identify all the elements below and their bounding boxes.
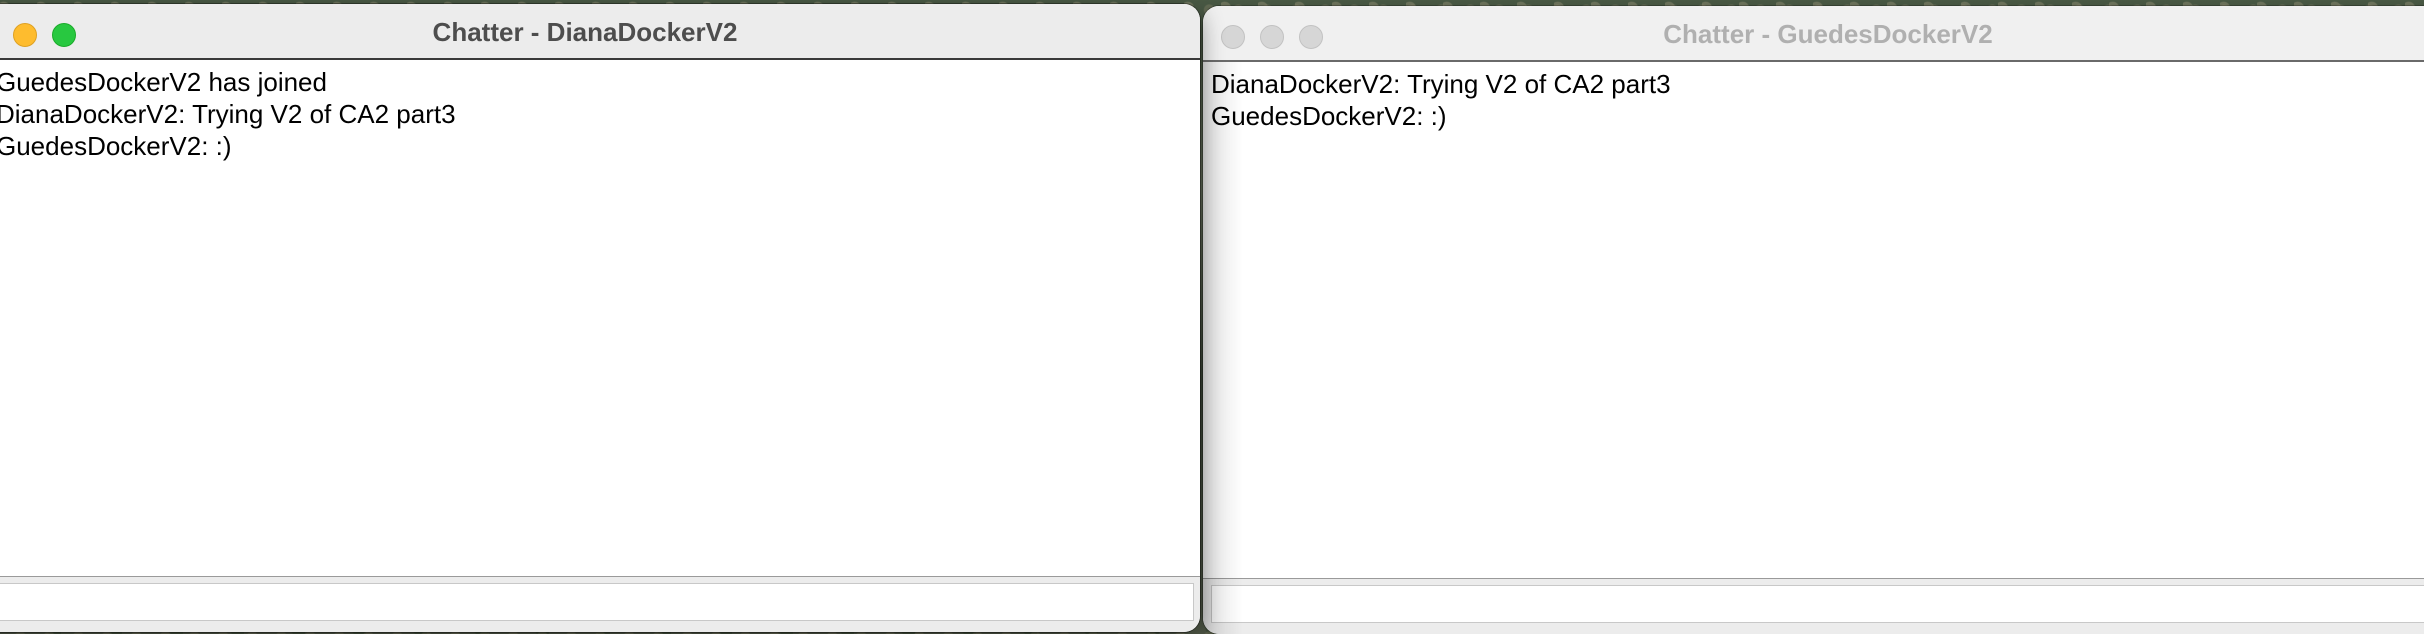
message-input[interactable] — [0, 583, 1194, 621]
window-title: Chatter - GuedesDockerV2 — [1663, 19, 1993, 49]
chat-transcript[interactable]: DianaDockerV2: Trying V2 of CA2 part3 Gu… — [1203, 62, 2424, 578]
chat-transcript[interactable]: GuedesDockerV2 has joined DianaDockerV2:… — [0, 60, 1200, 576]
input-bar — [0, 576, 1200, 632]
chat-message: GuedesDockerV2: :) — [0, 131, 232, 161]
chat-message: DianaDockerV2: Trying V2 of CA2 part3 — [0, 99, 456, 129]
title-bar[interactable]: Chatter - GuedesDockerV2 — [1203, 6, 2424, 62]
chat-message: DianaDockerV2: Trying V2 of CA2 part3 — [1211, 69, 1671, 99]
chat-window-guedes[interactable]: Chatter - GuedesDockerV2 DianaDockerV2: … — [1203, 6, 2424, 634]
title-bar[interactable]: Chatter - DianaDockerV2 — [0, 4, 1200, 60]
chat-window-diana[interactable]: Chatter - DianaDockerV2 GuedesDockerV2 h… — [0, 4, 1200, 632]
message-list: DianaDockerV2: Trying V2 of CA2 part3 Gu… — [1211, 68, 1671, 132]
chat-message: GuedesDockerV2 has joined — [0, 67, 327, 97]
chat-message: GuedesDockerV2: :) — [1211, 101, 1447, 131]
input-bar — [1203, 578, 2424, 634]
window-title: Chatter - DianaDockerV2 — [432, 17, 738, 47]
message-list: GuedesDockerV2 has joined DianaDockerV2:… — [0, 66, 456, 162]
message-input[interactable] — [1211, 585, 2424, 623]
